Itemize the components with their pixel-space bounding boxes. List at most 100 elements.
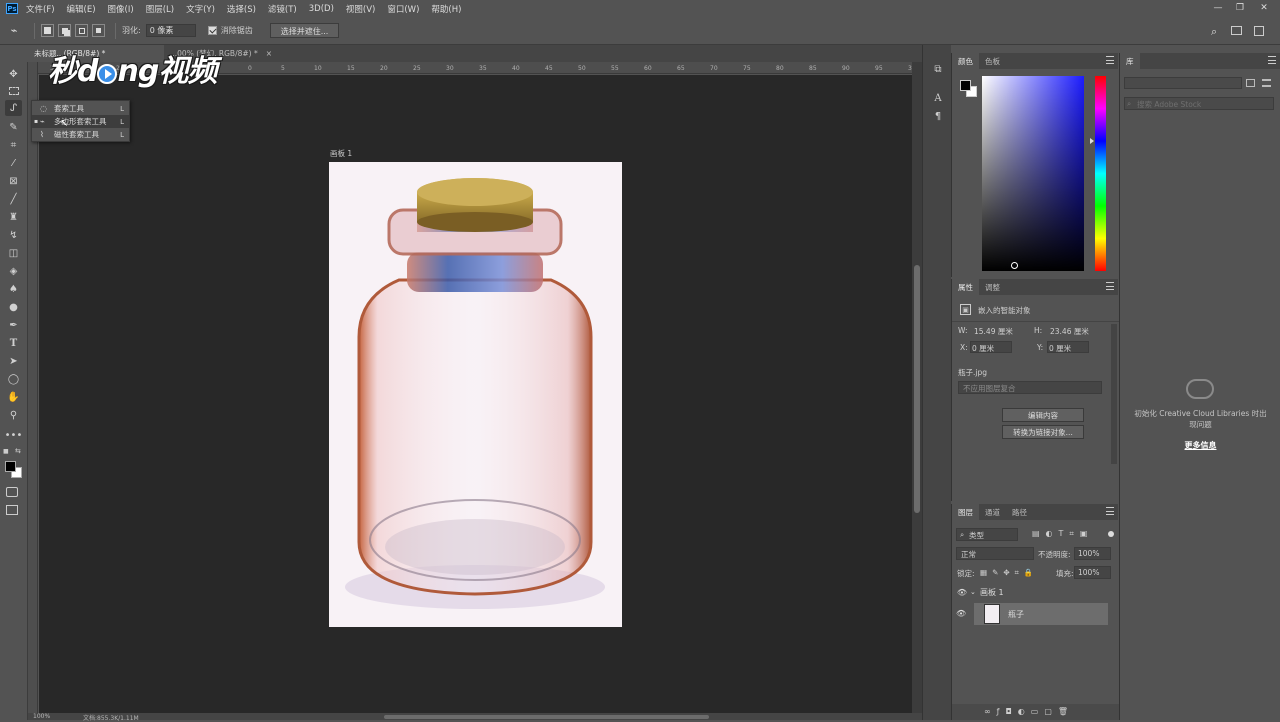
- feather-input[interactable]: 0 像素: [145, 24, 196, 37]
- artboard-canvas[interactable]: [329, 162, 622, 627]
- character-icon[interactable]: A: [932, 92, 944, 104]
- panel-menu-icon[interactable]: [1268, 56, 1276, 64]
- screen-mode-icon[interactable]: [6, 505, 18, 515]
- menu-help[interactable]: 帮助(H): [431, 3, 461, 15]
- lasso-tool-icon[interactable]: ᔑ: [5, 100, 22, 116]
- shape-tool-icon[interactable]: ◯: [5, 371, 22, 387]
- eraser-icon[interactable]: ◫: [5, 245, 22, 261]
- tab-swatches[interactable]: 色板: [979, 53, 1006, 69]
- menu-filter[interactable]: 滤镜(T): [268, 3, 297, 15]
- grid-view-icon[interactable]: [1246, 79, 1255, 87]
- convert-to-linked-button[interactable]: 转换为链接对象...: [1002, 425, 1084, 439]
- flyout-item-magnetic-lasso[interactable]: ⌇ 磁性套索工具 L: [32, 128, 129, 141]
- doc-size[interactable]: 文档:855.3K/1.11M: [83, 713, 139, 722]
- blend-mode-select[interactable]: 正常: [956, 547, 1034, 560]
- dodge-tool-icon[interactable]: ●: [5, 299, 22, 315]
- share-icon[interactable]: [1254, 26, 1264, 36]
- path-select-icon[interactable]: ➤: [5, 353, 22, 369]
- hand-tool-icon[interactable]: ✋: [5, 389, 22, 405]
- subtract-selection-icon[interactable]: [75, 24, 88, 37]
- workspace-icon[interactable]: [1231, 26, 1242, 35]
- hue-slider[interactable]: [1095, 76, 1106, 271]
- zoom-tool-icon[interactable]: ⚲: [5, 407, 22, 423]
- vertical-scroll-thumb[interactable]: [914, 265, 920, 513]
- crop-tool-icon[interactable]: ⌗: [5, 137, 22, 153]
- close-tab-icon[interactable]: ×: [266, 49, 272, 58]
- history-icon[interactable]: ⧉: [932, 63, 944, 75]
- width-value[interactable]: 15.49 厘米: [974, 326, 1013, 337]
- menu-type[interactable]: 文字(Y): [186, 3, 215, 15]
- frame-tool-icon[interactable]: ⊠: [5, 173, 22, 189]
- tab-paths[interactable]: 路径: [1006, 504, 1033, 520]
- fill-field[interactable]: 100%: [1074, 566, 1111, 579]
- library-select[interactable]: [1124, 77, 1242, 89]
- foreground-color-swatch[interactable]: [5, 461, 16, 472]
- color-picker-handle[interactable]: [1011, 262, 1018, 269]
- chevron-down-icon[interactable]: ⌄: [970, 588, 980, 596]
- lock-icons[interactable]: ▦✎✥⌗🔒: [980, 568, 1038, 578]
- intersect-selection-icon[interactable]: [92, 24, 105, 37]
- tab-channels[interactable]: 通道: [979, 504, 1006, 520]
- more-tools-icon[interactable]: •••: [5, 427, 23, 443]
- properties-scrollbar[interactable]: [1111, 324, 1117, 464]
- tab-properties[interactable]: 属性: [952, 279, 979, 295]
- default-colors-icon[interactable]: ■: [3, 448, 9, 455]
- menu-image[interactable]: 图像(I): [108, 3, 134, 15]
- fg-swatch[interactable]: [960, 80, 971, 91]
- minimize-icon[interactable]: —: [1208, 0, 1228, 16]
- search-icon[interactable]: ⌕: [1211, 25, 1217, 39]
- color-field[interactable]: [982, 76, 1084, 271]
- layer-actions-icons[interactable]: ∞ƒ◘◐▭▢🗑: [984, 707, 1074, 716]
- swap-colors-icon[interactable]: ⇆: [15, 447, 21, 455]
- select-and-mask-button[interactable]: 选择并遮住...: [269, 23, 340, 38]
- stamp-tool-icon[interactable]: ♜: [5, 209, 22, 225]
- eyedropper-icon[interactable]: ⁄: [5, 155, 22, 171]
- quick-select-icon[interactable]: ✎: [5, 119, 22, 135]
- move-tool-icon[interactable]: ✥: [5, 66, 22, 82]
- x-value[interactable]: 0 厘米: [972, 343, 994, 354]
- history-brush-icon[interactable]: ↯: [5, 227, 22, 243]
- zoom-level[interactable]: 100%: [33, 713, 50, 720]
- filter-icons[interactable]: ▤◐T⌗▣: [1032, 529, 1094, 539]
- paragraph-icon[interactable]: ¶: [932, 110, 944, 122]
- menu-file[interactable]: 文件(F): [26, 3, 55, 15]
- menu-select[interactable]: 选择(S): [227, 3, 256, 15]
- polygonal-lasso-icon[interactable]: ⌁: [0, 24, 28, 37]
- layer-filter-select[interactable]: ⌕ 类型: [956, 528, 1018, 541]
- horizontal-scroll-thumb[interactable]: [384, 715, 709, 719]
- more-info-link[interactable]: 更多信息: [1120, 440, 1280, 451]
- antialias-checkbox[interactable]: [207, 26, 217, 35]
- pen-tool-icon[interactable]: ✒: [5, 317, 22, 333]
- eye-icon[interactable]: 👁: [956, 609, 966, 618]
- menu-view[interactable]: 视图(V): [346, 3, 375, 15]
- layer-row-artboard[interactable]: 👁 ⌄ 画板 1: [954, 581, 1108, 603]
- layer-name[interactable]: 画板 1: [980, 587, 1004, 598]
- artboard-label[interactable]: 画板 1: [330, 148, 352, 159]
- panel-menu-icon[interactable]: [1106, 56, 1114, 64]
- brush-tool-icon[interactable]: ╱: [5, 191, 22, 207]
- tab-layers[interactable]: 图层: [952, 504, 979, 520]
- edit-contents-button[interactable]: 编辑内容: [1002, 408, 1084, 422]
- hue-slider-handle[interactable]: [1090, 138, 1094, 144]
- add-selection-icon[interactable]: [58, 24, 71, 37]
- eye-icon[interactable]: 👁: [954, 588, 970, 597]
- stock-search-input[interactable]: ⌕ 搜索 Adobe Stock: [1124, 97, 1274, 110]
- quick-mask-icon[interactable]: [6, 487, 18, 497]
- type-tool-icon[interactable]: T: [5, 335, 22, 351]
- tab-libraries[interactable]: 库: [1120, 53, 1140, 69]
- layer-name[interactable]: 瓶子: [1008, 609, 1024, 620]
- height-value[interactable]: 23.46 厘米: [1050, 326, 1089, 337]
- restore-icon[interactable]: ❐: [1230, 0, 1250, 16]
- panel-menu-icon[interactable]: [1106, 282, 1114, 290]
- menu-3d[interactable]: 3D(D): [309, 4, 334, 14]
- blur-tool-icon[interactable]: ♠: [5, 281, 22, 297]
- layer-row-bottle[interactable]: 瓶子: [974, 603, 1108, 625]
- menu-layer[interactable]: 图层(L): [146, 3, 174, 15]
- menu-edit[interactable]: 编辑(E): [67, 3, 96, 15]
- y-value[interactable]: 0 厘米: [1049, 343, 1071, 354]
- paint-bucket-icon[interactable]: ◈: [5, 263, 22, 279]
- new-selection-icon[interactable]: [41, 24, 54, 37]
- flyout-item-lasso[interactable]: ◌ 套索工具 L: [32, 102, 129, 115]
- flyout-item-polygonal-lasso[interactable]: ▪ ⌁ 多边形套索工具 L: [32, 115, 129, 128]
- tab-color[interactable]: 颜色: [952, 53, 979, 69]
